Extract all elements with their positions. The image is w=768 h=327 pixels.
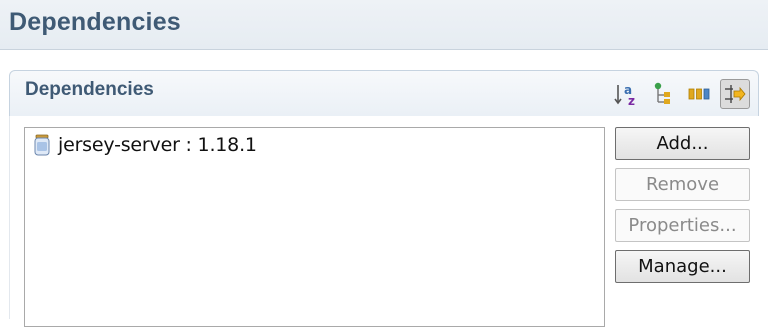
filter-button[interactable] [720,79,750,109]
svg-text:z: z [628,94,635,107]
properties-button[interactable]: Properties... [615,209,750,242]
sort-alpha-button[interactable]: a z [612,79,642,109]
page-title: Dependencies [9,8,181,36]
section-title: Dependencies [25,79,154,100]
page-header: Dependencies [0,0,768,50]
columns-icon [688,88,710,100]
section-toolbar: a z [612,77,750,111]
section-header: Dependencies a z [9,70,759,116]
hierarchy-button[interactable] [648,79,678,109]
columns-button[interactable] [684,79,714,109]
dependency-label: jersey-server : 1.18.1 [58,134,257,156]
manage-button[interactable]: Manage... [615,250,750,283]
dependencies-section: Dependencies a z jersey-server: 1.18.1 … [9,70,760,327]
jar-icon [34,134,50,156]
filter-arrows-icon [725,85,746,103]
dependencies-list[interactable]: jersey-server : 1.18.1 [24,127,605,327]
tree-hierarchy-icon [654,82,670,104]
section-body: jersey-server : 1.18.1 Add... Remove Pro… [9,116,760,327]
add-button[interactable]: Add... [615,127,750,160]
remove-button[interactable]: Remove [615,168,750,201]
list-item[interactable]: jersey-server : 1.18.1 [33,133,257,157]
sort-alpha-icon: a z [614,83,635,107]
